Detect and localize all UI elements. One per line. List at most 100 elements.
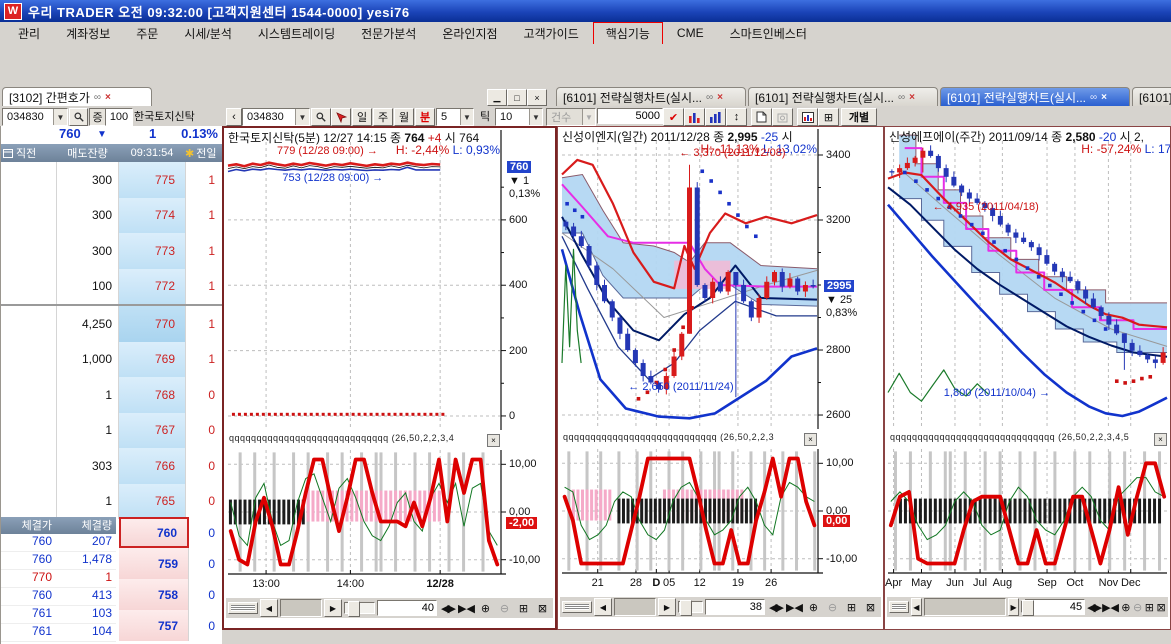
compress-icon[interactable]: ▶◀ <box>786 599 803 615</box>
compress-icon[interactable]: ▶◀ <box>1102 599 1119 615</box>
menu-item-10[interactable]: 스마트인베스터 <box>718 23 819 44</box>
tab-4[interactable]: [6101] 전략실행차트(실시...∞× <box>1132 87 1171 106</box>
slider-thumb-icon[interactable] <box>348 601 360 617</box>
bid-price-cell[interactable]: 758 <box>119 579 189 610</box>
resize-handle-icon[interactable] <box>228 602 258 614</box>
slider-thumb-icon[interactable] <box>1022 600 1034 616</box>
ask-qty-cell[interactable]: 4,250 <box>57 306 119 342</box>
menu-item-3[interactable]: 시세/분석 <box>172 23 244 44</box>
scroll-track[interactable] <box>924 598 1006 616</box>
close-icon[interactable]: ⊠ <box>1156 599 1166 615</box>
bid-price-cell[interactable]: 759 <box>119 548 189 579</box>
title-bar[interactable]: W 우리 TRADER 오전 09:32:00 [고객지원센터 1544-000… <box>0 0 1171 22</box>
ask-qty-cell[interactable]: 303 <box>57 448 119 484</box>
zoom-out-icon[interactable]: ⊖ <box>824 599 841 615</box>
zoom-in-icon[interactable]: ⊕ <box>477 600 494 616</box>
scroll-track[interactable] <box>280 599 322 617</box>
zoom-slider[interactable] <box>1021 601 1023 613</box>
sort-updown-button[interactable]: ↕ <box>726 108 747 126</box>
tick-value-combo[interactable]: 10 ▼ <box>495 108 543 126</box>
ask-price-cell[interactable]: 767 <box>119 413 186 449</box>
ask-price-cell[interactable]: 774 <box>119 198 186 234</box>
compress-icon[interactable]: ▶◀ <box>458 600 475 616</box>
scroll-left-button[interactable]: ◀ <box>594 598 612 616</box>
bid-price-cell[interactable]: 760 <box>119 517 189 548</box>
period-button-분[interactable]: 분 <box>415 108 435 126</box>
close-icon[interactable]: ⊠ <box>534 600 551 616</box>
tab-3[interactable]: [6101] 전략실행차트(실시...∞× <box>940 87 1130 106</box>
period-button-일[interactable]: 일 <box>352 108 372 126</box>
zoom-slider[interactable] <box>344 602 375 614</box>
new-document-button[interactable] <box>751 108 772 126</box>
menu-item-5[interactable]: 전문가분석 <box>349 23 428 44</box>
ask-price-cell[interactable]: 770 <box>119 306 186 342</box>
individual-button[interactable]: 개별 <box>841 108 877 126</box>
chart-pointer-button[interactable] <box>331 108 351 126</box>
menu-item-2[interactable]: 주문 <box>124 23 170 44</box>
slider-thumb-icon[interactable] <box>680 600 692 616</box>
bar-chart-button[interactable] <box>705 108 726 126</box>
ask-price-cell[interactable]: 773 <box>119 233 186 269</box>
bar-count-input[interactable] <box>1025 599 1085 615</box>
ask-price-cell[interactable]: 765 <box>119 484 186 520</box>
menu-item-7[interactable]: 고객가이드 <box>512 23 591 44</box>
tab-close-icon[interactable]: × <box>717 92 723 103</box>
settings-gear-icon[interactable]: ✱ <box>185 147 194 160</box>
menu-item-6[interactable]: 온라인지점 <box>430 23 509 44</box>
grid-view-button[interactable]: ⊞ <box>818 108 839 126</box>
close-window-button[interactable]: × <box>527 89 547 106</box>
tab-2[interactable]: [6101] 전략실행차트(실시...∞× <box>748 87 938 106</box>
period-button-주[interactable]: 주 <box>373 108 393 126</box>
scroll-right-button[interactable]: ▶ <box>1008 598 1019 616</box>
ask-price-cell[interactable]: 769 <box>119 342 186 378</box>
resize-handle-icon[interactable] <box>889 601 909 613</box>
indicator-close-icon[interactable]: × <box>1154 433 1167 446</box>
chart-nav-left-button[interactable]: ‹ <box>226 108 242 126</box>
scroll-left-button[interactable]: ◀ <box>911 598 922 616</box>
ask-qty-cell[interactable]: 300 <box>57 233 119 269</box>
ask-price-cell[interactable]: 768 <box>119 377 186 413</box>
ask-qty-cell[interactable]: 1 <box>57 377 119 413</box>
count-input[interactable] <box>597 108 663 124</box>
menu-item-8[interactable]: 핵심기능 <box>593 22 663 45</box>
menu-item-1[interactable]: 계좌정보 <box>54 23 122 44</box>
ask-qty-cell[interactable]: 100 <box>57 269 119 305</box>
restore-window-button[interactable]: □ <box>507 89 527 106</box>
bar-count-input[interactable] <box>377 600 437 616</box>
indicator-close-icon[interactable]: × <box>487 434 500 447</box>
scroll-track[interactable] <box>614 598 656 616</box>
scroll-left-button[interactable]: ◀ <box>260 599 278 617</box>
chart-search-button[interactable] <box>311 108 331 126</box>
zoom-slider[interactable] <box>678 601 703 613</box>
tab-close-icon[interactable]: × <box>909 92 915 103</box>
ask-qty-cell[interactable]: 1 <box>57 484 119 520</box>
zoom-out-icon[interactable]: ⊖ <box>1133 599 1143 615</box>
chart-svg[interactable] <box>885 127 1170 575</box>
multi-chart-button[interactable] <box>684 108 705 126</box>
menu-item-9[interactable]: CME <box>665 24 716 42</box>
ask-qty-cell[interactable]: 1,000 <box>57 342 119 378</box>
ask-qty-cell[interactable]: 300 <box>57 162 119 198</box>
confirm-check-button[interactable]: ✔ <box>663 108 684 126</box>
orderbook-search-button[interactable] <box>69 108 88 126</box>
tab-close-icon[interactable]: × <box>1101 92 1107 103</box>
minimize-window-button[interactable]: ▁ <box>487 89 507 106</box>
menu-item-0[interactable]: 관리 <box>6 23 52 44</box>
chart-svg[interactable] <box>224 128 555 576</box>
period-button-월[interactable]: 월 <box>394 108 414 126</box>
pan-left-right-icon[interactable]: ◀▶ <box>1087 599 1100 615</box>
resize-handle-icon[interactable] <box>562 601 592 613</box>
period-value-combo[interactable]: 5 ▼ <box>436 108 474 126</box>
report-chart-button[interactable] <box>797 108 818 126</box>
fit-icon[interactable]: ⊞ <box>1144 599 1154 615</box>
bid-price-cell[interactable]: 757 <box>119 610 189 641</box>
zoom-in-icon[interactable]: ⊕ <box>1121 599 1131 615</box>
tab-close-icon[interactable]: × <box>105 92 111 103</box>
tab-0[interactable]: [3102] 간편호가∞× <box>2 87 152 106</box>
menu-item-4[interactable]: 시스템트레이딩 <box>246 23 347 44</box>
indicator-close-icon[interactable]: × <box>804 433 817 446</box>
scroll-right-button[interactable]: ▶ <box>658 598 676 616</box>
ask-price-cell[interactable]: 775 <box>119 162 186 198</box>
zoom-out-icon[interactable]: ⊖ <box>496 600 513 616</box>
tab-1[interactable]: [6101] 전략실행차트(실시...∞× <box>556 87 746 106</box>
